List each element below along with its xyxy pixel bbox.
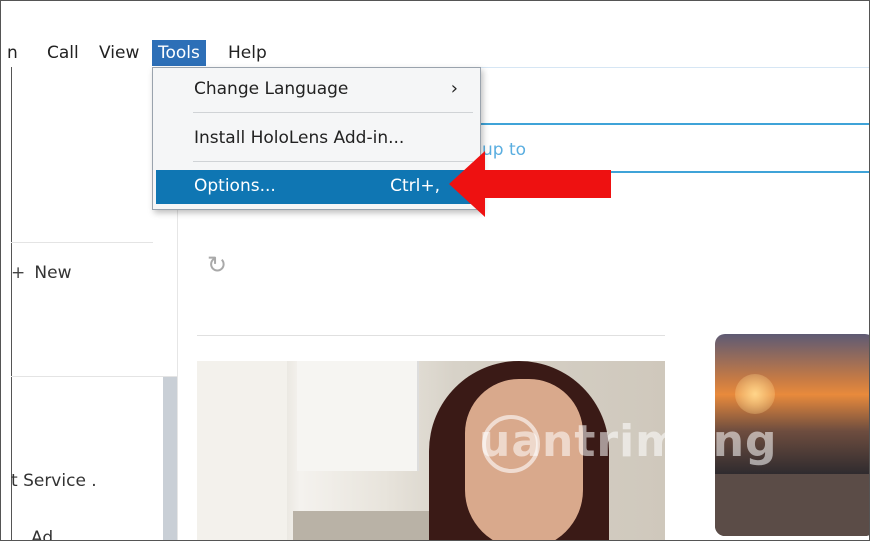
menu-bar: n Call View Tools Help <box>1 37 869 67</box>
plus-icon: + <box>11 263 26 283</box>
menu-item-label: Install HoloLens Add-in... <box>194 128 405 148</box>
divider <box>11 376 177 377</box>
red-arrow-annotation <box>449 151 611 217</box>
photo-counter <box>293 511 433 540</box>
watermark: uantrimang <box>479 416 778 467</box>
scrollbar[interactable] <box>163 377 177 540</box>
menu-item-options[interactable]: Options... Ctrl+, <box>156 170 476 204</box>
menu-call[interactable]: Call <box>41 40 85 66</box>
menu-item-shortcut: Ctrl+, <box>390 176 440 196</box>
menu-tools[interactable]: Tools <box>152 40 206 66</box>
divider <box>197 335 665 336</box>
app-window: n Call View Tools Help + New t Service .… <box>0 0 870 541</box>
chevron-right-icon: › <box>450 78 458 99</box>
menu-help[interactable]: Help <box>222 40 273 66</box>
new-label: New <box>34 263 72 283</box>
left-pane-edge <box>11 67 12 540</box>
refresh-icon[interactable]: ↻ <box>207 251 227 279</box>
beach-sand <box>715 474 869 536</box>
sparkler-glow <box>735 374 775 414</box>
arrow-shape <box>449 151 611 217</box>
tools-dropdown-menu: Change Language › Install HoloLens Add-i… <box>152 67 481 210</box>
menu-item-change-language[interactable]: Change Language › <box>156 73 476 107</box>
menu-item-label: Options... <box>194 176 276 196</box>
menu-separator <box>193 112 473 113</box>
photo-cabinet <box>297 361 419 471</box>
menu-item-install-hololens[interactable]: Install HoloLens Add-in... <box>156 122 476 156</box>
menu-separator <box>193 161 473 162</box>
menu-view[interactable]: View <box>93 40 145 66</box>
menu-item-label: Change Language <box>194 79 349 99</box>
photo-window <box>197 361 287 540</box>
divider <box>11 242 153 243</box>
menu-conversations[interactable]: n <box>1 40 24 66</box>
new-button[interactable]: + New <box>11 263 72 283</box>
contact-list-item[interactable]: t Service . <box>11 471 97 491</box>
contact-list-item[interactable]: Ad... <box>31 528 69 540</box>
